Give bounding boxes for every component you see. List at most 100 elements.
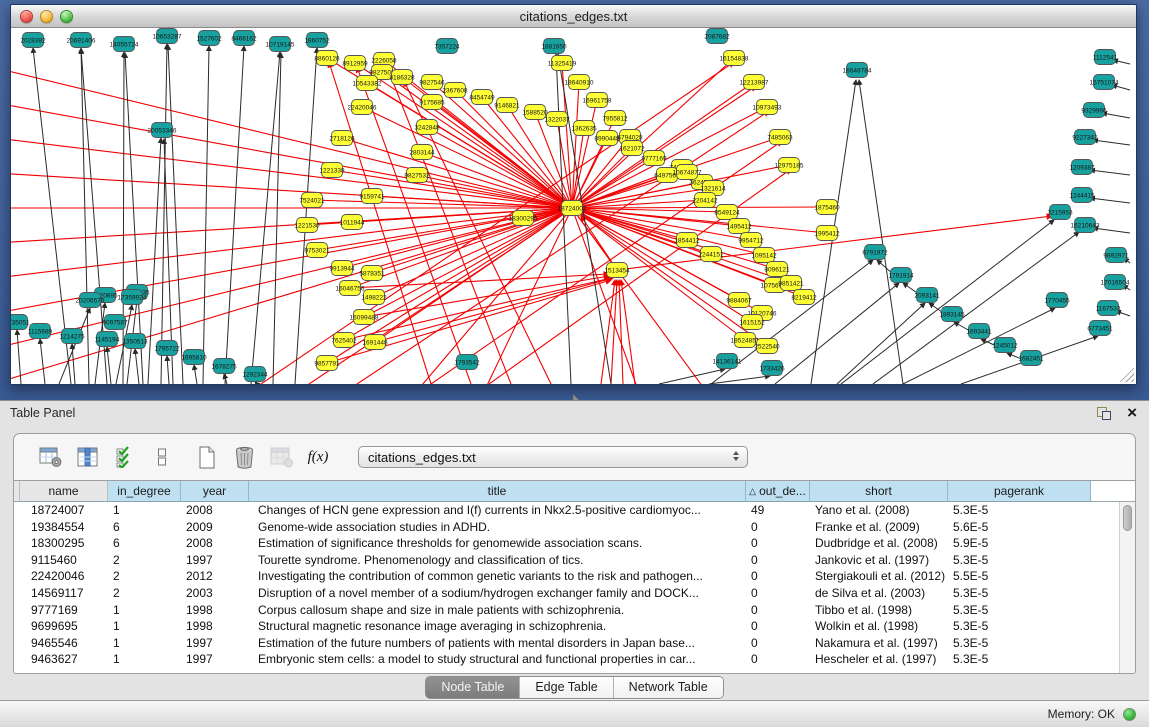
network-node[interactable]: 1362635: [571, 121, 597, 136]
table-cell[interactable]: 1: [108, 618, 181, 635]
table-cell[interactable]: Jankovic et al. (1997): [810, 552, 948, 569]
network-node[interactable]: 1115689: [28, 324, 53, 339]
table-cell[interactable]: 5.3E-5: [948, 635, 1091, 652]
network-node[interactable]: 9954712: [738, 233, 764, 248]
table-cell[interactable]: 1997: [181, 651, 249, 668]
network-node[interactable]: 1513454: [604, 263, 630, 278]
import-table-icon[interactable]: [268, 444, 294, 470]
network-node[interactable]: 16046756: [336, 281, 365, 296]
table-cell[interactable]: 2008: [181, 502, 249, 519]
network-node[interactable]: 11325419: [548, 56, 577, 71]
column-header-out_de[interactable]: △out_de...: [746, 481, 810, 502]
table-cell[interactable]: Investigating the contribution of common…: [249, 568, 746, 585]
network-node[interactable]: 1793542: [454, 355, 480, 370]
table-cell[interactable]: 5.3E-5: [948, 602, 1091, 619]
table-cell[interactable]: 2: [108, 585, 181, 602]
table-cell[interactable]: Changes of HCN gene expression and I(f) …: [249, 502, 746, 519]
network-node[interactable]: 8990448: [594, 131, 620, 146]
network-node[interactable]: 1244415: [1069, 188, 1095, 203]
network-node[interactable]: 16154838: [720, 51, 749, 66]
table-cell[interactable]: Nakamura et al. (1997): [810, 635, 948, 652]
table-cell[interactable]: 1998: [181, 602, 249, 619]
table-cell[interactable]: 0: [746, 618, 810, 635]
network-node[interactable]: 9892971: [1103, 248, 1129, 263]
network-canvas[interactable]: 1872400718300295886012889129592226058982…: [11, 28, 1136, 384]
network-node[interactable]: 7524021: [299, 193, 325, 208]
network-node[interactable]: 1695810: [181, 350, 207, 365]
table-cell[interactable]: de Silva et al. (2003): [810, 585, 948, 602]
column-header-title[interactable]: title: [249, 481, 746, 502]
network-node[interactable]: 8219412: [791, 290, 817, 305]
network-node[interactable]: 2028382: [20, 33, 46, 48]
table-cell[interactable]: 6: [108, 535, 181, 552]
table-cell[interactable]: 1: [108, 602, 181, 619]
column-header-name[interactable]: name: [20, 481, 108, 502]
network-node[interactable]: 2522540: [754, 339, 780, 354]
table-cell[interactable]: 5.5E-5: [948, 568, 1091, 585]
network-node[interactable]: 2087682: [704, 29, 730, 44]
network-node[interactable]: 16648784: [843, 63, 872, 78]
network-node[interactable]: 8466162: [231, 31, 257, 46]
network-node[interactable]: 1795722: [154, 341, 180, 356]
network-node[interactable]: 2718126: [329, 131, 355, 146]
table-cell[interactable]: 1997: [181, 552, 249, 569]
network-graph[interactable]: 1872400718300295886012889129592226058982…: [11, 28, 1136, 384]
network-node[interactable]: 1167533: [1096, 301, 1121, 316]
network-node[interactable]: 1733426: [759, 361, 785, 376]
network-node[interactable]: 15751074: [1090, 75, 1119, 90]
show-columns-icon[interactable]: [75, 444, 101, 470]
network-node[interactable]: 1860752: [304, 33, 330, 48]
network-node[interactable]: 9175685: [419, 95, 445, 110]
network-node[interactable]: 12213987: [740, 75, 769, 90]
close-window-button[interactable]: [20, 10, 33, 23]
network-node[interactable]: 2244151: [698, 247, 724, 262]
table-row[interactable]: 969969511998Structural magnetic resonanc…: [14, 618, 1119, 635]
network-node[interactable]: 2803144: [409, 145, 435, 160]
network-node[interactable]: 1245012: [992, 338, 1018, 353]
network-node[interactable]: 18640910: [565, 75, 594, 90]
delete-column-icon[interactable]: [231, 444, 257, 470]
tab-node-table[interactable]: Node Table: [426, 677, 520, 698]
network-node[interactable]: 9827532: [404, 168, 430, 183]
network-node[interactable]: 10653287: [153, 29, 182, 44]
network-node[interactable]: 1145194: [95, 332, 120, 347]
network-node[interactable]: 16961758: [583, 93, 612, 108]
network-node[interactable]: 3215953: [1047, 205, 1073, 220]
network-node[interactable]: 7357224: [434, 39, 460, 54]
select-all-icon[interactable]: [112, 444, 138, 470]
function-builder-icon[interactable]: f(x): [305, 444, 331, 470]
network-node[interactable]: 16210643: [1071, 218, 1100, 233]
table-cell[interactable]: 18724007: [20, 502, 108, 519]
table-row[interactable]: 1456911722003Disruption of a novel membe…: [14, 585, 1119, 602]
network-node[interactable]: 9827546: [419, 75, 445, 90]
network-node[interactable]: 1735051: [11, 315, 30, 330]
network-node[interactable]: 1678275: [211, 359, 237, 374]
network-node[interactable]: 1322037: [544, 112, 570, 127]
network-node[interactable]: 1095142: [751, 248, 777, 263]
column-header-in_degree[interactable]: in_degree: [108, 481, 181, 502]
network-node[interactable]: 5878351: [359, 266, 385, 281]
network-node[interactable]: 8096121: [764, 262, 790, 277]
table-cell[interactable]: 19384554: [20, 519, 108, 536]
network-node[interactable]: 9857791: [314, 356, 340, 371]
network-node[interactable]: 7625402: [331, 333, 357, 348]
network-node[interactable]: 1770455: [1044, 293, 1070, 308]
table-cell[interactable]: Wolkin et al. (1998): [810, 618, 948, 635]
table-cell[interactable]: 1: [108, 635, 181, 652]
network-node[interactable]: 1214275: [59, 329, 85, 344]
network-node[interactable]: 1615152: [739, 315, 765, 330]
table-row[interactable]: 2242004622012Investigating the contribut…: [14, 568, 1119, 585]
table-cell[interactable]: Genome-wide association studies in ADHD.: [249, 519, 746, 536]
network-node[interactable]: 8860128: [314, 51, 340, 66]
network-node[interactable]: 1875460: [814, 200, 840, 215]
network-node[interactable]: 1682451: [1018, 351, 1044, 366]
network-node[interactable]: 6791972: [862, 245, 888, 260]
network-node[interactable]: 1881650: [541, 39, 567, 54]
table-cell[interactable]: 2009: [181, 519, 249, 536]
network-node[interactable]: 9913944: [329, 261, 355, 276]
column-header-year[interactable]: year: [181, 481, 249, 502]
table-cell[interactable]: 1997: [181, 635, 249, 652]
network-node[interactable]: 1995412: [814, 226, 840, 241]
zoom-window-button[interactable]: [60, 10, 73, 23]
table-row[interactable]: 1872400712008Changes of HCN gene express…: [14, 502, 1119, 519]
